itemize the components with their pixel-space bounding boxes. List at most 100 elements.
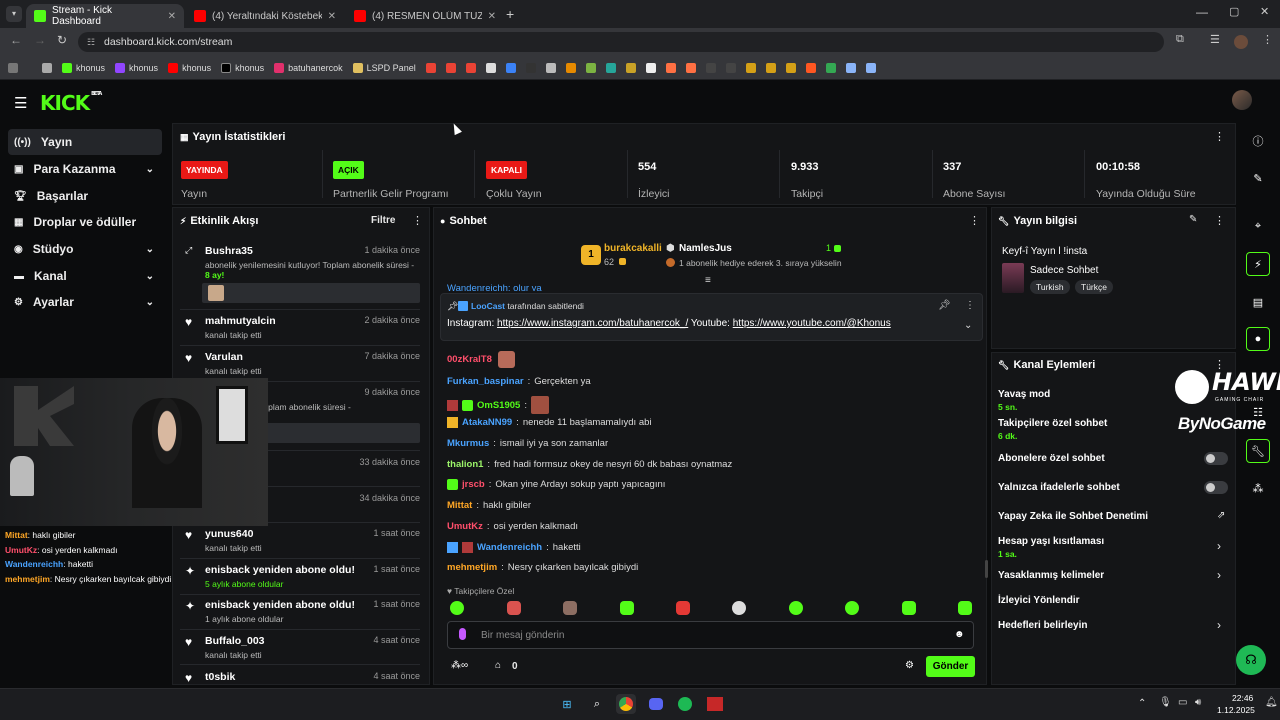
document-icon[interactable]: ▤ xyxy=(1246,290,1270,314)
bookmark-kick[interactable]: khonus xyxy=(62,62,105,73)
extension-icon[interactable] xyxy=(825,62,836,73)
extension-icon[interactable] xyxy=(845,62,856,73)
nav-para-kazanma[interactable]: ▣ Para Kazanma ⌄ xyxy=(8,156,162,182)
extension-icon[interactable] xyxy=(785,62,796,73)
extension-icon[interactable] xyxy=(565,62,576,73)
account-age-restriction[interactable]: Hesap yaşı kısıtlaması 1 sa. xyxy=(998,536,1104,559)
tray-chevron-icon[interactable]: ⌃ xyxy=(1138,698,1146,709)
chat-icon[interactable]: ● xyxy=(1246,327,1270,351)
clock-time[interactable]: 22:46 xyxy=(1232,693,1253,703)
emote-button[interactable] xyxy=(563,601,577,615)
stream-info-menu-icon[interactable]: ⋮ xyxy=(1214,214,1225,227)
chat-username[interactable]: Mittat xyxy=(447,500,472,511)
extension-icon[interactable] xyxy=(745,62,756,73)
network-icon[interactable]: ▭ xyxy=(1178,697,1187,708)
emote-button[interactable] xyxy=(958,601,972,615)
browser-tab-kick[interactable]: Stream - Kick Dashboard ✕ xyxy=(26,4,184,28)
browser-menu-icon[interactable]: ⋮ xyxy=(1262,33,1273,46)
edit-pencil-icon[interactable]: ✎ xyxy=(1189,214,1197,225)
send-button[interactable]: Gönder xyxy=(926,656,975,677)
tag-pill[interactable]: Turkish xyxy=(1030,280,1070,294)
emotes-only-toggle[interactable] xyxy=(1204,481,1228,494)
slow-mode[interactable]: Yavaş mod 5 sn. xyxy=(998,389,1050,412)
mic-tray-icon[interactable]: 🎙︎ xyxy=(1159,697,1172,708)
external-link-icon[interactable]: ⇗ xyxy=(1217,510,1225,521)
emote-button[interactable] xyxy=(789,601,803,615)
tag-pill[interactable]: Türkçe xyxy=(1075,280,1113,294)
extension-icon[interactable] xyxy=(525,62,536,73)
bookmark-twitch[interactable]: khonus xyxy=(115,62,158,73)
subscribers-only-toggle[interactable] xyxy=(1204,452,1228,465)
chevron-down-icon[interactable]: ⌄ xyxy=(964,320,972,331)
extension-icon[interactable] xyxy=(665,62,676,73)
extension-icon[interactable] xyxy=(705,62,716,73)
gmail-icon[interactable] xyxy=(445,62,456,73)
banned-words[interactable]: Yasaklanmış kelimeler xyxy=(998,570,1104,581)
capture-icon[interactable]: ⌖ xyxy=(1246,214,1270,238)
chat-username[interactable]: Mkurmus xyxy=(447,438,489,449)
chevron-right-icon[interactable]: › xyxy=(1217,539,1221,553)
nav-kanal[interactable]: ▬ Kanal ⌄ xyxy=(8,263,162,289)
apps-grid-icon[interactable] xyxy=(8,62,18,73)
emote-button[interactable] xyxy=(732,601,746,615)
clock-date[interactable]: 1.12.2025 xyxy=(1217,705,1255,715)
emote-button[interactable] xyxy=(902,601,916,615)
collapse-leaderboard-icon[interactable]: ≡ xyxy=(705,275,711,286)
community-icon[interactable]: ⁂∞ xyxy=(451,660,468,671)
chat-username[interactable]: thalion1 xyxy=(447,459,483,470)
hamburger-menu-icon[interactable]: ☰ xyxy=(14,94,27,112)
chat-username[interactable]: OmS1905 xyxy=(477,400,520,411)
extension-icon[interactable] xyxy=(605,62,616,73)
youtube-link[interactable]: https://www.youtube.com/@Khonus xyxy=(733,318,891,329)
nav-ayarlar[interactable]: ⚙ Ayarlar ⌄ xyxy=(8,289,162,315)
category-name[interactable]: Sadece Sohbet xyxy=(1030,265,1098,276)
discord-icon[interactable] xyxy=(646,694,666,714)
bookmark-instagram[interactable]: batuhanercok xyxy=(274,62,343,73)
emote-button[interactable] xyxy=(676,601,690,615)
leader-name[interactable]: NamlesJus xyxy=(679,243,732,254)
chat-username[interactable]: mehmetjim xyxy=(447,562,497,573)
close-tab-icon[interactable]: ✕ xyxy=(328,11,336,22)
set-goals[interactable]: Hedefleri belirleyin xyxy=(998,620,1087,631)
media-control-icon[interactable]: ☰ xyxy=(1210,33,1220,46)
extension-icon[interactable] xyxy=(485,62,496,73)
extension-icon[interactable] xyxy=(725,62,736,73)
browser-tab-youtube-1[interactable]: (4) Yeraltındaki Köstebek İnsanla ✕ xyxy=(186,4,344,28)
support-headset-icon[interactable]: ☊ xyxy=(1236,645,1266,675)
chat-settings-icon[interactable]: ⚙ xyxy=(905,660,914,671)
bookmark-lspd[interactable]: LSPD Panel xyxy=(352,62,416,73)
folder-icon[interactable] xyxy=(42,62,52,73)
chat-username[interactable]: Furkan_baspinar xyxy=(447,376,524,387)
gmail-icon[interactable] xyxy=(425,62,436,73)
activity-menu-icon[interactable]: ⋮ xyxy=(412,214,423,227)
user-avatar[interactable] xyxy=(1232,90,1252,110)
leader-name[interactable]: burakcakalli xyxy=(604,243,662,254)
browser-tab-youtube-2[interactable]: (4) RESMEN ÖLÜM TUZAĞI! Tü ✕ xyxy=(346,4,504,28)
chevron-right-icon[interactable]: › xyxy=(1217,568,1221,582)
pinned-by-user[interactable]: LooCast xyxy=(471,301,505,311)
instagram-link[interactable]: https://www.instagram.com/batuhanercok_/ xyxy=(497,318,688,329)
close-window-button[interactable]: ✕ xyxy=(1260,5,1269,18)
forward-arrow-icon[interactable]: → xyxy=(34,33,46,47)
pinned-menu-icon[interactable]: ⋮ xyxy=(965,300,975,311)
community-icon[interactable]: ⁂ xyxy=(1246,476,1270,500)
close-tab-icon[interactable]: ✕ xyxy=(488,11,496,22)
chat-username[interactable]: Wandenreichh xyxy=(477,542,542,553)
filter-button[interactable]: Filtre xyxy=(371,215,395,226)
extension-icon[interactable] xyxy=(765,62,776,73)
nav-basarilar[interactable]: 🏆︎ Başarılar xyxy=(8,183,162,209)
extension-icon[interactable] xyxy=(545,62,556,73)
chat-username[interactable]: UmutKz xyxy=(447,521,483,532)
nav-droplar[interactable]: ▦ Droplar ve ödüller xyxy=(8,209,162,235)
store-icon[interactable]: ⌂ xyxy=(495,660,501,671)
followers-only-chat[interactable]: Takipçilere özel sohbet 6 dk. xyxy=(998,418,1107,441)
unpin-icon[interactable]: 📌︎ xyxy=(938,300,951,311)
chrome-icon[interactable] xyxy=(616,694,636,714)
profile-avatar[interactable] xyxy=(1234,35,1248,49)
tab-search-button[interactable]: ▾ xyxy=(6,6,22,22)
obs-app-icon[interactable] xyxy=(705,694,725,714)
extension-icon[interactable] xyxy=(685,62,696,73)
kick-logo[interactable]: KICK BETA xyxy=(40,91,102,115)
search-icon[interactable]: ⌕ xyxy=(587,694,607,714)
raid-viewers[interactable]: İzleyici Yönlendir xyxy=(998,595,1080,606)
